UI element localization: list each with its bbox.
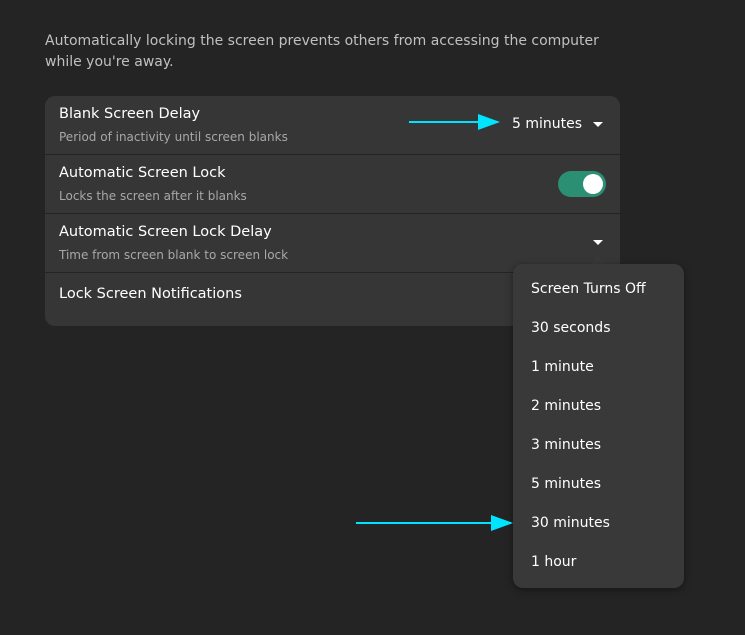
- menu-item-screen-turns-off[interactable]: Screen Turns Off: [531, 281, 646, 297]
- lock-delay-menu: Screen Turns Off 30 seconds 1 minute 2 m…: [513, 264, 684, 588]
- chevron-down-icon[interactable]: [593, 240, 603, 245]
- toggle-knob: [583, 174, 603, 194]
- lock-screen-notifications-title: Lock Screen Notifications: [59, 286, 242, 302]
- automatic-screen-lock-subtitle: Locks the screen after it blanks: [59, 189, 247, 203]
- screen-lock-description: Automatically locking the screen prevent…: [45, 33, 599, 70]
- blank-screen-delay-title: Blank Screen Delay: [59, 106, 201, 122]
- arrow-right-icon: [409, 114, 500, 130]
- blank-screen-delay-row[interactable]: Blank Screen Delay Period of inactivity …: [45, 96, 620, 155]
- popover-tail: [590, 256, 606, 264]
- menu-item-30-minutes[interactable]: 30 minutes: [531, 515, 610, 531]
- menu-item-1-minute[interactable]: 1 minute: [531, 359, 594, 375]
- menu-item-3-minutes[interactable]: 3 minutes: [531, 437, 601, 453]
- arrow-head-icon: [478, 114, 500, 130]
- automatic-screen-lock-toggle[interactable]: [558, 171, 606, 197]
- menu-item-30-seconds[interactable]: 30 seconds: [531, 320, 611, 336]
- chevron-down-icon[interactable]: [593, 122, 603, 127]
- automatic-screen-lock-row: Automatic Screen Lock Locks the screen a…: [45, 155, 620, 214]
- automatic-screen-lock-delay-subtitle: Time from screen blank to screen lock: [59, 248, 289, 262]
- menu-item-5-minutes[interactable]: 5 minutes: [531, 476, 601, 492]
- arrow-right-icon: [356, 515, 513, 531]
- automatic-screen-lock-delay-title: Automatic Screen Lock Delay: [59, 224, 272, 240]
- blank-screen-delay-value[interactable]: 5 minutes: [512, 116, 582, 132]
- blank-screen-delay-subtitle: Period of inactivity until screen blanks: [59, 130, 288, 144]
- privacy-screen-lock-page: Automatically locking the screen prevent…: [0, 0, 745, 635]
- menu-item-2-minutes[interactable]: 2 minutes: [531, 398, 601, 414]
- menu-item-1-hour[interactable]: 1 hour: [531, 554, 576, 570]
- arrow-head-icon: [491, 515, 513, 531]
- automatic-screen-lock-title: Automatic Screen Lock: [59, 165, 226, 181]
